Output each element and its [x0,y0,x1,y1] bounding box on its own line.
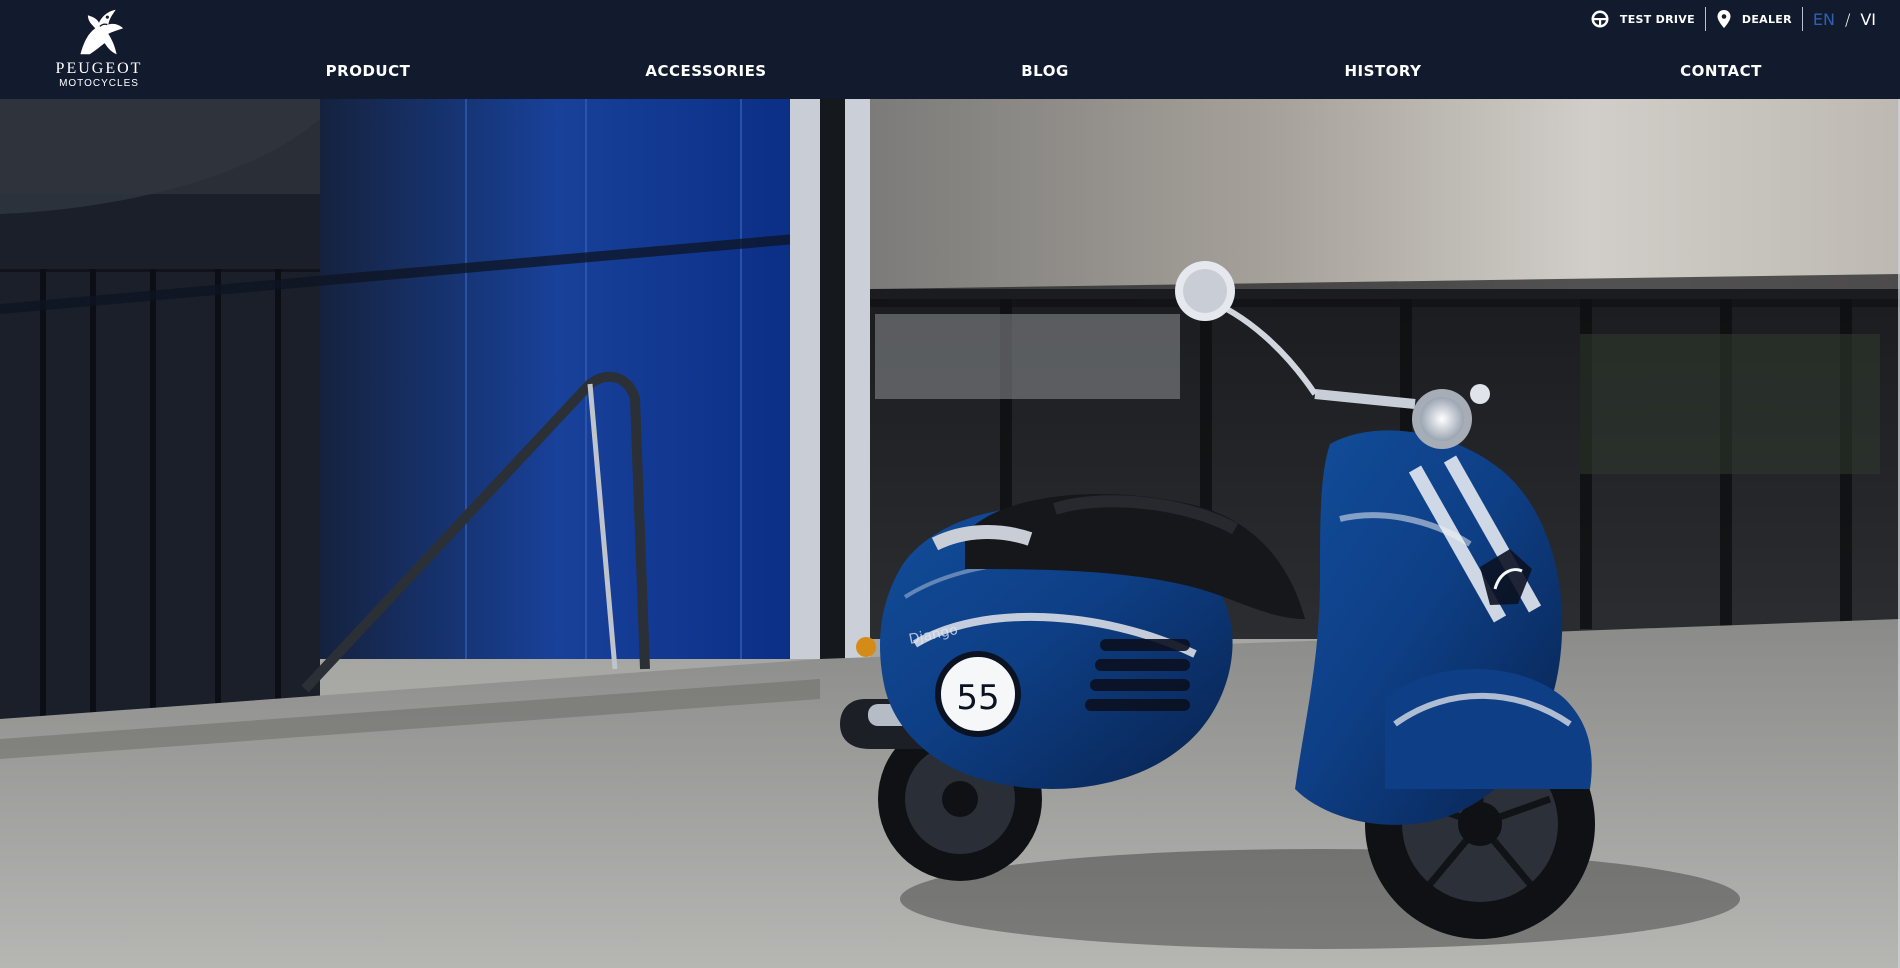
lang-separator: / [1844,9,1851,29]
hero-image: 55 Django [0,99,1900,968]
lang-en[interactable]: EN [1813,10,1835,29]
divider [1801,7,1803,31]
dealer-link[interactable]: DEALER [1706,9,1802,29]
nav-contact[interactable]: CONTACT [1680,62,1762,80]
map-pin-icon [1717,10,1731,28]
nav-product[interactable]: PRODUCT [326,62,411,80]
steering-wheel-icon [1591,10,1609,28]
nav-accessories[interactable]: ACCESSORIES [645,62,766,80]
divider [1704,7,1706,31]
site-header: PEUGEOT MOTOCYCLES PRODUCT ACCESSORIES B… [0,0,1900,99]
lang-vi[interactable]: VI [1860,10,1876,29]
language-switcher: EN / VI [1803,10,1876,29]
hero-scene: 55 Django [0,99,1900,968]
scooter-number: 55 [956,678,999,718]
dealer-label: DEALER [1741,12,1792,26]
nav-history[interactable]: HISTORY [1344,62,1421,80]
page: PEUGEOT MOTOCYCLES PRODUCT ACCESSORIES B… [0,0,1900,968]
test-drive-link[interactable]: TEST DRIVE [1580,9,1705,29]
test-drive-label: TEST DRIVE [1619,12,1695,26]
nav-blog[interactable]: BLOG [1021,62,1069,80]
utility-bar: TEST DRIVE DEALER EN / VI [1580,7,1876,31]
